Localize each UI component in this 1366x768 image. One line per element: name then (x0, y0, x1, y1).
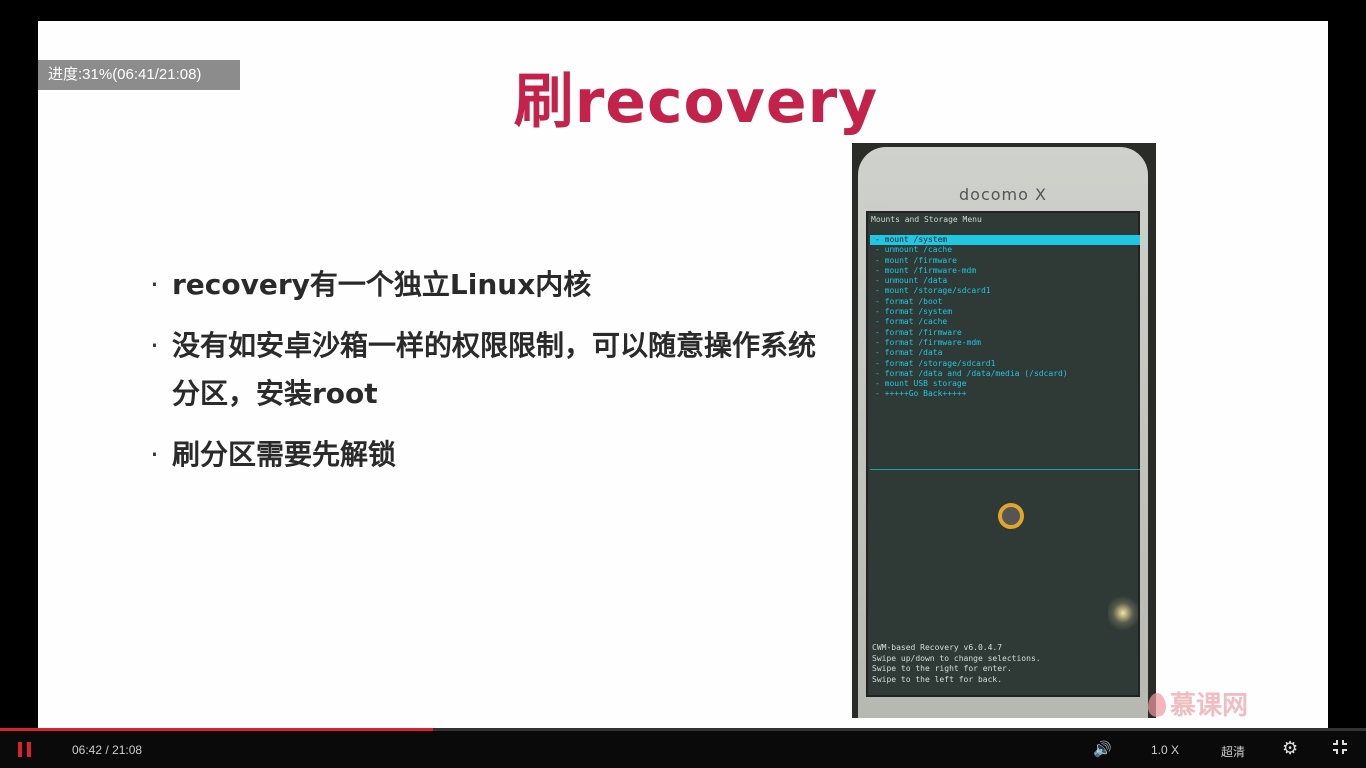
phone-body: docomo X Mounts and Storage Menu - mount… (858, 147, 1148, 718)
menu-item: - unmount /data (875, 276, 948, 286)
player-controls: 06:42 / 21:08 🔊 1.0 X 超清 ⚙ (0, 731, 1366, 768)
bullet-dot: · (150, 329, 159, 362)
bullet-text: recovery有一个独立Linux内核 (172, 268, 592, 301)
phone-screen: Mounts and Storage Menu - mount /system … (866, 211, 1140, 697)
time-display: 06:42 / 21:08 (72, 743, 142, 757)
bullet-text: 没有如安卓沙箱一样的权限限制，可以随意操作系统分区，安装root (172, 329, 817, 410)
time-separator: / (105, 743, 109, 757)
menu-item: - format /storage/sdcard1 (875, 358, 996, 368)
menu-item: - mount /storage/sdcard1 (875, 286, 991, 296)
menu-item: - format /firmware (875, 327, 962, 337)
photo-glare (1108, 593, 1138, 633)
flame-icon (1148, 693, 1166, 717)
screen-header: Mounts and Storage Menu (871, 215, 982, 224)
gear-icon[interactable]: ⚙ (1282, 738, 1298, 759)
menu-item: - mount USB storage (875, 379, 967, 389)
menu-item: - mount /firmware (875, 255, 957, 265)
menu-item: - +++++Go Back+++++ (875, 389, 967, 399)
menu-item: - format /firmware-mdm (875, 337, 981, 347)
footer-line: CWM-based Recovery v6.0.4.7 (872, 643, 1003, 652)
bullet-dot: · (150, 438, 159, 471)
pause-button[interactable] (18, 742, 32, 757)
bullet-text: 刷分区需要先解锁 (172, 438, 397, 471)
exit-fullscreen-icon[interactable] (1332, 739, 1348, 755)
pause-icon (27, 742, 31, 757)
menu-item: - format /data (875, 348, 943, 358)
menu-divider (870, 469, 1140, 470)
duration: 21:08 (112, 743, 143, 757)
footer-line: Swipe to the right for enter. (872, 664, 1012, 673)
video-stage[interactable]: 刷recovery · recovery有一个独立Linux内核 · 没有如安卓… (0, 0, 1366, 730)
footer-line: Swipe up/down to change selections. (872, 653, 1041, 663)
current-time: 06:42 (72, 743, 103, 757)
bullet-item: · 没有如安卓沙箱一样的权限限制，可以随意操作系统分区，安装root (150, 322, 830, 418)
recovery-hat-icon (998, 503, 1024, 529)
phone-brand: docomo X (959, 185, 1047, 204)
watermark-logo: 慕课网 (1148, 685, 1248, 722)
footer-line: Swipe to the left for back. (872, 674, 1003, 684)
bullet-item: · 刷分区需要先解锁 (150, 431, 830, 479)
quality-button[interactable]: 超清 (1221, 743, 1245, 760)
bullet-list: · recovery有一个独立Linux内核 · 没有如安卓沙箱一样的权限限制，… (150, 261, 830, 492)
speed-button[interactable]: 1.0 X (1151, 743, 1179, 757)
menu-item: - unmount /cache (875, 245, 953, 255)
pause-icon (18, 742, 22, 757)
bullet-item: · recovery有一个独立Linux内核 (150, 261, 830, 309)
watermark-text: 慕课网 (1170, 691, 1249, 721)
screen-footer: CWM-based Recovery v6.0.4.7 Swipe up/dow… (872, 643, 1041, 685)
slide: 刷recovery · recovery有一个独立Linux内核 · 没有如安卓… (38, 21, 1328, 728)
progress-overlay: 进度:31%(06:41/21:08) (38, 60, 240, 90)
volume-icon[interactable]: 🔊 (1093, 740, 1112, 758)
menu-item: - format /data and /data/media (/sdcard) (875, 368, 1068, 378)
menu-item: - format /boot (875, 296, 943, 306)
recovery-menu: - mount /system - unmount /cache - mount… (870, 235, 1140, 400)
phone-photo: docomo X Mounts and Storage Menu - mount… (852, 143, 1156, 718)
menu-item: - mount /system (870, 235, 1140, 246)
bullet-dot: · (150, 268, 159, 301)
menu-item: - mount /firmware-mdm (875, 265, 977, 275)
menu-item: - format /cache (875, 317, 948, 327)
menu-item: - format /system (875, 307, 953, 317)
